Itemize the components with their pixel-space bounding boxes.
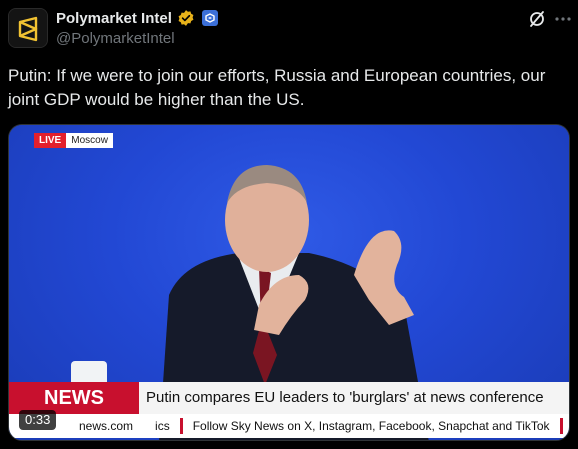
verified-badge-icon[interactable] bbox=[177, 9, 195, 27]
news-ticker: news.com ics Follow Sky News on X, Insta… bbox=[9, 414, 569, 438]
affiliate-badge-icon[interactable] bbox=[201, 10, 218, 26]
news-alert-bar: NEWS ALERT Putin compares EU leaders to … bbox=[9, 382, 569, 440]
location-label: Moscow bbox=[66, 133, 113, 148]
avatar[interactable] bbox=[8, 8, 48, 48]
grok-icon[interactable] bbox=[527, 9, 547, 29]
video-timestamp: 0:33 bbox=[19, 410, 57, 430]
ticker-item: ics bbox=[155, 419, 170, 433]
tweet-text: Putin: If we were to join our efforts, R… bbox=[8, 66, 546, 109]
tweet-header: Polymarket Intel @PolymarketIntel bbox=[0, 0, 578, 60]
live-tag: LIVE Moscow bbox=[34, 133, 113, 148]
display-name[interactable]: Polymarket Intel bbox=[56, 10, 172, 27]
ticker-item: Follow Sky News on X, Instagram, Faceboo… bbox=[192, 419, 550, 433]
live-label: LIVE bbox=[34, 133, 67, 148]
news-alert-headline: Putin compares EU leaders to 'burglars' … bbox=[139, 382, 569, 414]
video-player[interactable]: LIVE Moscow NEWS ALERT Putin compares EU… bbox=[8, 124, 570, 441]
more-options-icon[interactable] bbox=[553, 9, 573, 29]
handle[interactable]: @PolymarketIntel bbox=[56, 30, 175, 47]
polymarket-logo-icon bbox=[9, 9, 47, 47]
name-row: Polymarket Intel bbox=[56, 9, 218, 27]
ticker-separator bbox=[559, 418, 563, 434]
